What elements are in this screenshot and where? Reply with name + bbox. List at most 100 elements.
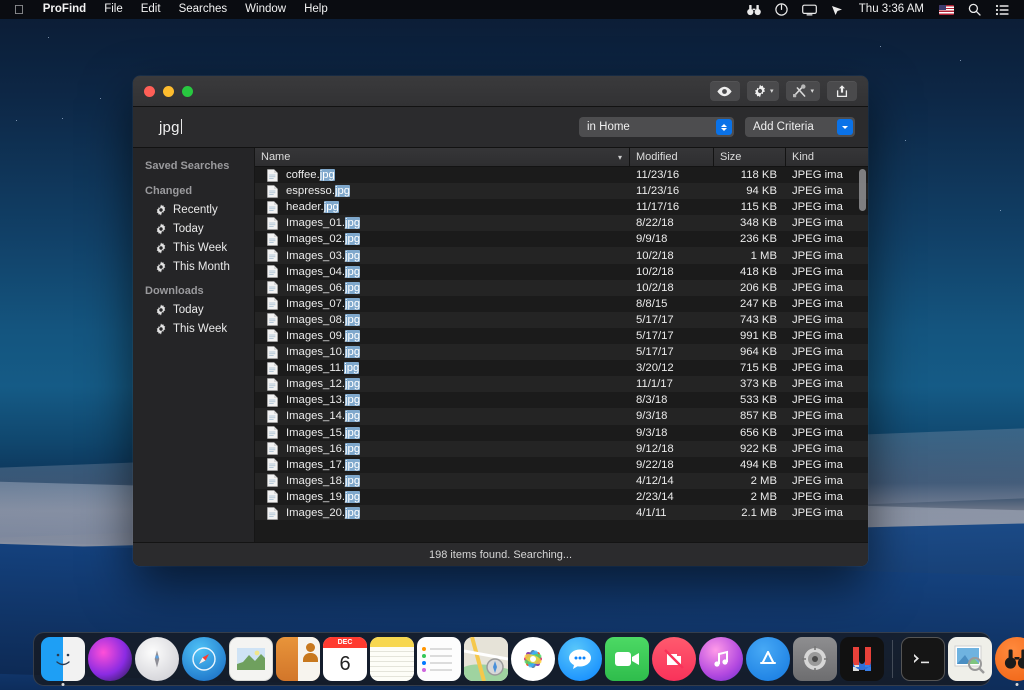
file-name-cell[interactable]: Images_11.jpg	[255, 360, 630, 376]
table-row[interactable]: coffee.jpg11/23/16118 KBJPEG ima	[255, 167, 868, 183]
file-rows[interactable]: coffee.jpg11/23/16118 KBJPEG imaespresso…	[255, 167, 868, 520]
table-row[interactable]: Images_12.jpg11/1/17373 KBJPEG ima	[255, 376, 868, 392]
file-name-cell[interactable]: Images_10.jpg	[255, 344, 630, 360]
file-name-cell[interactable]: Images_06.jpg	[255, 280, 630, 296]
menu-item-searches[interactable]: Searches	[170, 0, 237, 19]
file-name-cell[interactable]: Images_08.jpg	[255, 312, 630, 328]
file-name-cell[interactable]: Images_01.jpg	[255, 215, 630, 231]
file-name-cell[interactable]: Images_17.jpg	[255, 457, 630, 473]
file-name-cell[interactable]: Images_16.jpg	[255, 441, 630, 457]
table-row[interactable]: Images_14.jpg9/3/18857 KBJPEG ima	[255, 408, 868, 424]
table-row[interactable]: Images_19.jpg2/23/142 MBJPEG ima	[255, 489, 868, 505]
table-row[interactable]: Images_03.jpg10/2/181 MBJPEG ima	[255, 247, 868, 263]
file-name-cell[interactable]: coffee.jpg	[255, 167, 630, 183]
dock-item-calendar[interactable]: DEC 6	[323, 637, 367, 681]
add-criteria-dropdown[interactable]: Add Criteria	[745, 117, 855, 137]
dock-item-finder[interactable]	[41, 637, 85, 681]
apple-logo-icon[interactable]: 	[8, 0, 34, 19]
close-button[interactable]	[144, 86, 155, 97]
table-row[interactable]: Images_04.jpg10/2/18418 KBJPEG ima	[255, 264, 868, 280]
menu-bar-clock[interactable]: Thu 3:36 AM	[851, 0, 932, 19]
table-row[interactable]: Images_02.jpg9/9/18236 KBJPEG ima	[255, 231, 868, 247]
window-titlebar[interactable]: ▾ ▾	[133, 76, 868, 107]
table-row[interactable]: espresso.jpg11/23/1694 KBJPEG ima	[255, 183, 868, 199]
sidebar-item-changed-today[interactable]: Today	[133, 219, 254, 238]
table-row[interactable]: Images_13.jpg8/3/18533 KBJPEG ima	[255, 392, 868, 408]
dock-item-itunes[interactable]	[699, 637, 743, 681]
dock-item-siri[interactable]	[88, 637, 132, 681]
minimize-button[interactable]	[163, 86, 174, 97]
table-row[interactable]: Images_15.jpg9/3/18656 KBJPEG ima	[255, 425, 868, 441]
file-name-cell[interactable]: Images_18.jpg	[255, 473, 630, 489]
file-name-cell[interactable]: Images_03.jpg	[255, 247, 630, 263]
do-not-disturb-icon[interactable]	[768, 3, 795, 16]
table-row[interactable]: Images_08.jpg5/17/17743 KBJPEG ima	[255, 312, 868, 328]
file-name-cell[interactable]: Images_13.jpg	[255, 392, 630, 408]
dock-item-app-store[interactable]	[746, 637, 790, 681]
table-row[interactable]: Images_17.jpg9/22/18494 KBJPEG ima	[255, 457, 868, 473]
quick-look-button[interactable]	[710, 81, 740, 101]
table-row[interactable]: Images_01.jpg8/22/18348 KBJPEG ima	[255, 215, 868, 231]
sidebar-item-downloads-today[interactable]: Today	[133, 300, 254, 319]
table-row[interactable]: Images_09.jpg5/17/17991 KBJPEG ima	[255, 328, 868, 344]
dock-item-notes[interactable]	[370, 637, 414, 681]
file-name-cell[interactable]: espresso.jpg	[255, 183, 630, 199]
file-name-cell[interactable]: Images_07.jpg	[255, 296, 630, 312]
vertical-scrollbar[interactable]	[859, 169, 866, 509]
control-center-icon[interactable]	[988, 4, 1016, 16]
us-flag-icon[interactable]	[932, 5, 961, 15]
file-name-cell[interactable]: Images_02.jpg	[255, 231, 630, 247]
file-name-cell[interactable]: Images_15.jpg	[255, 425, 630, 441]
dock-item-photos[interactable]	[511, 637, 555, 681]
file-name-cell[interactable]: Images_12.jpg	[255, 376, 630, 392]
search-scope-popup[interactable]: in Home	[579, 117, 734, 137]
table-row[interactable]: Images_16.jpg9/12/18922 KBJPEG ima	[255, 441, 868, 457]
sidebar-item-changed-this-month[interactable]: This Month	[133, 257, 254, 276]
column-header-kind[interactable]: Kind	[786, 148, 868, 167]
dock-item-launchpad[interactable]	[135, 637, 179, 681]
dock-item-terminal[interactable]	[901, 637, 945, 681]
dock-item-system-preferences[interactable]	[793, 637, 837, 681]
dock-item-maps[interactable]	[464, 637, 508, 681]
file-name-cell[interactable]: Images_14.jpg	[255, 408, 630, 424]
table-row[interactable]: Images_11.jpg3/20/12715 KBJPEG ima	[255, 360, 868, 376]
pointer-icon[interactable]	[824, 4, 851, 16]
menu-item-help[interactable]: Help	[295, 0, 337, 19]
screen-mirroring-icon[interactable]	[795, 4, 824, 16]
dock-item-safari[interactable]	[182, 637, 226, 681]
zoom-button[interactable]	[182, 86, 193, 97]
file-name-cell[interactable]: Images_19.jpg	[255, 489, 630, 505]
tools-menu-button[interactable]: ▾	[786, 81, 820, 101]
menu-item-window[interactable]: Window	[236, 0, 295, 19]
table-row[interactable]: header.jpg11/17/16115 KBJPEG ima	[255, 199, 868, 215]
dock-item-facetime[interactable]	[605, 637, 649, 681]
file-name-cell[interactable]: Images_04.jpg	[255, 264, 630, 280]
menu-item-edit[interactable]: Edit	[132, 0, 170, 19]
table-row[interactable]: Images_07.jpg8/8/15247 KBJPEG ima	[255, 296, 868, 312]
table-row[interactable]: Images_20.jpg4/1/112.1 MBJPEG ima	[255, 505, 868, 520]
scrollbar-thumb[interactable]	[859, 169, 866, 211]
table-row[interactable]: Images_18.jpg4/12/142 MBJPEG ima	[255, 473, 868, 489]
dock-item-contacts[interactable]	[276, 637, 320, 681]
dock-item-preview[interactable]	[948, 637, 992, 681]
sidebar-item-changed-this-week[interactable]: This Week	[133, 238, 254, 257]
dock-item-magnet[interactable]	[840, 637, 884, 681]
column-header-name[interactable]: Name ▾	[255, 148, 630, 167]
search-input[interactable]: jpg	[146, 119, 182, 136]
file-name-cell[interactable]: Images_09.jpg	[255, 328, 630, 344]
table-row[interactable]: Images_10.jpg5/17/17964 KBJPEG ima	[255, 344, 868, 360]
action-menu-button[interactable]: ▾	[747, 81, 780, 101]
file-name-cell[interactable]: Images_20.jpg	[255, 505, 630, 520]
spotlight-search-icon[interactable]	[961, 3, 988, 16]
sidebar-item-changed-recently[interactable]: Recently	[133, 200, 254, 219]
dock-item-news[interactable]	[652, 637, 696, 681]
dock-item-profind[interactable]	[995, 637, 1024, 681]
menu-item-profind[interactable]: ProFind	[34, 0, 95, 19]
binoculars-icon[interactable]	[740, 4, 768, 16]
share-button[interactable]	[827, 81, 857, 101]
menu-item-file[interactable]: File	[95, 0, 132, 19]
file-name-cell[interactable]: header.jpg	[255, 199, 630, 215]
table-row[interactable]: Images_06.jpg10/2/18206 KBJPEG ima	[255, 280, 868, 296]
dock-item-mail[interactable]	[229, 637, 273, 681]
column-header-modified[interactable]: Modified	[630, 148, 714, 167]
